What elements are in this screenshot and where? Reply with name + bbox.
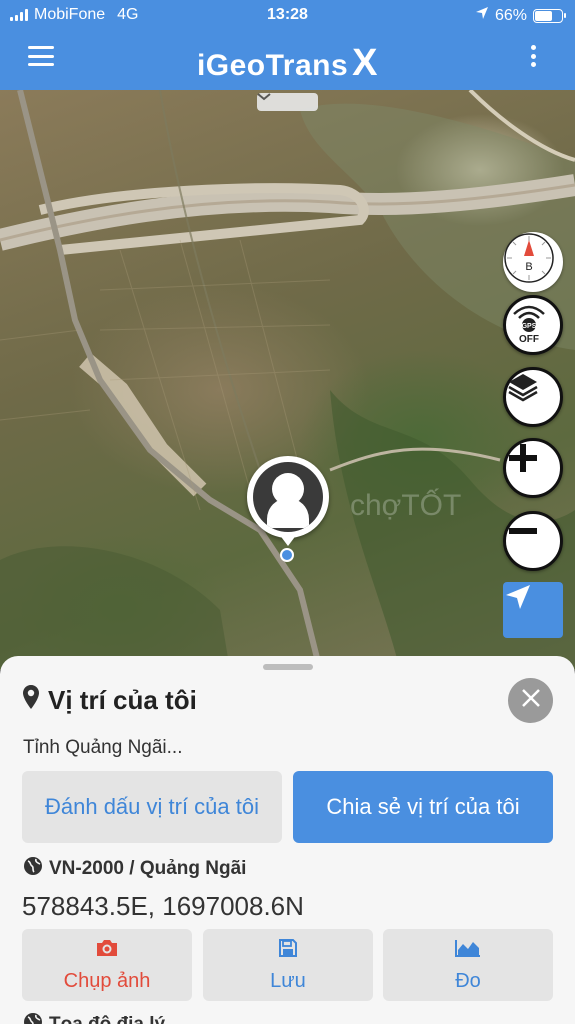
app-title-suffix: X — [352, 42, 379, 84]
satellite-map[interactable]: chợTỐT B GPS OFF — [0, 90, 575, 670]
status-bar: MobiFone 4G 13:28 66% — [0, 0, 575, 30]
sheet-grabber[interactable] — [263, 664, 313, 670]
save-icon — [278, 938, 298, 964]
location-arrow-icon — [475, 6, 489, 25]
geographic-coordinates-row[interactable]: Tọa độ địa lý — [23, 1012, 165, 1024]
sheet-title-text: Vị trí của tôi — [48, 685, 197, 715]
save-button[interactable]: Lưu — [203, 929, 373, 1001]
geographic-coordinates-label: Tọa độ địa lý — [49, 1014, 165, 1024]
measure-button[interactable]: Đo — [383, 929, 553, 1001]
take-photo-button[interactable]: Chụp ảnh — [22, 929, 192, 1001]
globe-icon — [23, 1012, 43, 1024]
current-position-dot — [280, 548, 294, 562]
take-photo-label: Chụp ảnh — [63, 969, 151, 992]
compass-letter: B — [525, 261, 532, 273]
map-watermark: chợTỐT — [350, 488, 461, 522]
map-pin-icon — [22, 684, 40, 717]
location-sheet: Vị trí của tôi Tỉnh Quảng Ngãi... Đánh d… — [0, 656, 575, 1024]
gps-state: OFF — [519, 334, 539, 344]
person-icon — [253, 462, 323, 532]
marker-pointer — [279, 534, 297, 546]
status-right: 66% — [475, 6, 566, 25]
area-chart-icon — [454, 938, 482, 964]
globe-icon — [23, 856, 43, 882]
sheet-title: Vị trí của tôi — [22, 684, 197, 717]
coordinate-system: VN-2000 / Quảng Ngãi — [23, 856, 246, 882]
app-title-text: iGeoTrans — [196, 49, 349, 82]
map-drawer-handle[interactable] — [257, 93, 318, 111]
app-header: MobiFone 4G 13:28 66% iGeoTrans X — [0, 0, 575, 90]
battery-icon — [533, 8, 566, 23]
close-button[interactable] — [508, 678, 553, 723]
compass-button[interactable]: B — [503, 232, 563, 292]
camera-icon — [95, 938, 119, 964]
save-label: Lưu — [270, 969, 306, 992]
coordinate-value: 578843.5E, 1697008.6N — [22, 891, 304, 921]
zoom-in-button[interactable] — [503, 438, 563, 498]
more-vertical-icon[interactable] — [531, 45, 537, 67]
share-location-button[interactable]: Chia sẻ vị trí của tôi — [293, 771, 553, 843]
svg-text:GPS: GPS — [522, 323, 537, 330]
my-location-marker[interactable] — [247, 456, 329, 538]
layers-button[interactable] — [503, 367, 563, 427]
app-title: iGeoTrans X — [0, 42, 575, 85]
measure-label: Đo — [455, 969, 481, 992]
coordinate-system-label: VN-2000 / Quảng Ngãi — [49, 858, 247, 879]
zoom-out-button[interactable] — [503, 511, 563, 571]
map-features: chợTỐT — [0, 90, 575, 670]
mark-location-button[interactable]: Đánh dấu vị trí của tôi — [22, 771, 282, 843]
close-icon — [520, 687, 542, 714]
province-name: Tỉnh Quảng Ngãi... — [23, 737, 183, 758]
gps-toggle-button[interactable]: GPS OFF — [503, 295, 563, 355]
locate-button[interactable] — [503, 582, 563, 638]
battery-percent: 66% — [494, 6, 527, 24]
